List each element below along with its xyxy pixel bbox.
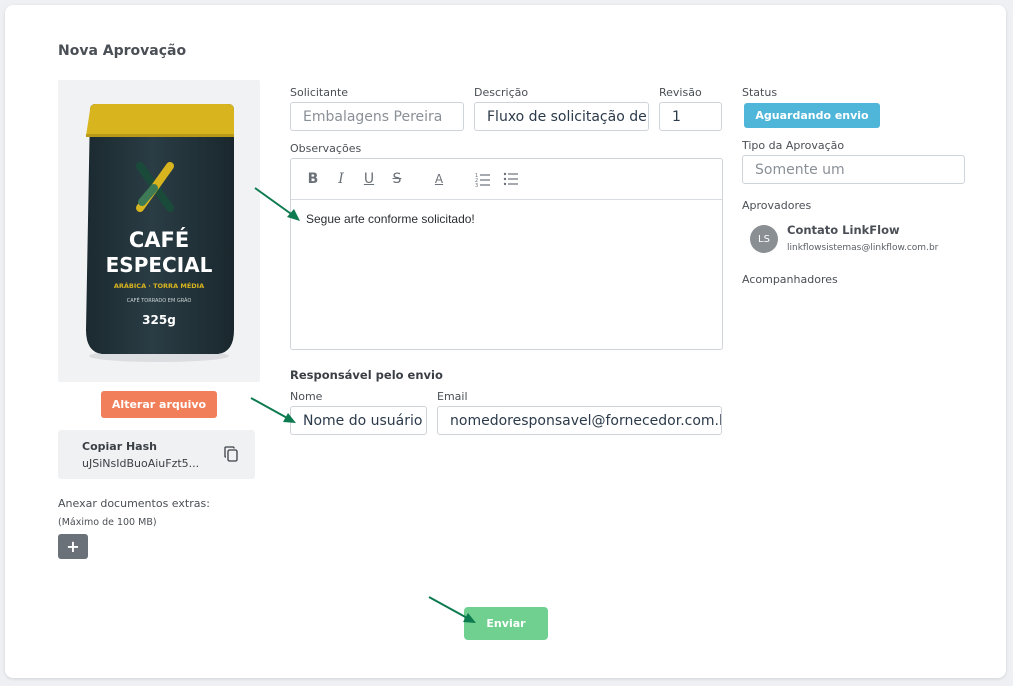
responsavel-heading: Responsável pelo envio [290, 368, 443, 382]
descricao-field[interactable]: Fluxo de solicitação de [474, 102, 649, 131]
strikethrough-icon[interactable]: S [389, 171, 405, 187]
acompanhadores-label: Acompanhadores [742, 273, 838, 286]
hash-value: uJSiNsIdBuoAiuFzt5... [82, 457, 200, 470]
subtitle-text: CAFÉ TORRADO EM GRÃO [127, 296, 192, 304]
send-button[interactable]: Enviar [464, 607, 548, 640]
artwork-preview: CAFÉ ESPECIAL ARÁBICA · TORRA MÉDIA CAFÉ… [58, 80, 260, 382]
italic-icon[interactable]: I [333, 171, 349, 187]
bold-icon[interactable]: B [305, 171, 321, 187]
coffee-bag-image: CAFÉ ESPECIAL ARÁBICA · TORRA MÉDIA CAFÉ… [86, 104, 234, 362]
revisao-field[interactable]: 1 [659, 102, 722, 131]
underline-icon[interactable]: U [361, 171, 377, 187]
copy-hash-box[interactable]: Copiar Hash uJSiNsIdBuoAiuFzt5... [58, 430, 255, 479]
brand-line2: ESPECIAL [106, 253, 213, 277]
svg-text:3: 3 [475, 183, 478, 187]
copy-icon[interactable] [224, 446, 238, 462]
arrow-nome-icon [250, 397, 290, 420]
revisao-label: Revisão [659, 86, 702, 99]
extras-limit: (Máximo de 100 MB) [58, 517, 157, 528]
solicitante-field[interactable]: Embalagens Pereira [290, 102, 464, 131]
add-document-button[interactable]: + [58, 534, 88, 559]
copy-hash-title: Copiar Hash [82, 440, 157, 453]
solicitante-label: Solicitante [290, 86, 349, 99]
tipo-field[interactable]: Somente um [742, 155, 965, 184]
status-badge: Aguardando envio [744, 103, 880, 128]
variety-text: ARÁBICA · TORRA MÉDIA [114, 281, 204, 290]
weight-text: 325g [142, 313, 176, 327]
nome-label: Nome [290, 390, 323, 403]
email-field[interactable]: nomedoresponsavel@fornecedor.com.br [437, 406, 722, 435]
arrow-send-icon [428, 596, 470, 620]
arrow-observacoes-icon [254, 187, 295, 217]
approver-email: linkflowsistemas@linkflow.com.br [787, 243, 939, 253]
bullet-list-icon[interactable] [503, 171, 519, 187]
descricao-label: Descrição [474, 86, 529, 99]
editor-toolbar: B I U S A 1 2 3 [291, 159, 722, 200]
observacoes-editor[interactable]: B I U S A 1 2 3 Segue arte conforme soli… [290, 158, 723, 350]
extras-label: Anexar documentos extras: [58, 497, 210, 510]
aprovadores-label: Aprovadores [742, 199, 812, 212]
page-title: Nova Aprovação [58, 43, 187, 59]
observacoes-text: Segue arte conforme solicitado! [306, 212, 475, 226]
font-color-icon[interactable]: A [431, 171, 447, 187]
status-label: Status [742, 86, 778, 99]
avatar: LS [750, 225, 778, 253]
brand-line1: CAFÉ [129, 227, 189, 252]
email-label: Email [437, 390, 468, 403]
observacoes-label: Observações [290, 142, 362, 155]
change-file-button[interactable]: Alterar arquivo [101, 391, 217, 418]
approval-card: Nova Aprovação CAFÉ ESPECIAL ARÁBICA · T… [5, 5, 1006, 678]
approver-name: Contato LinkFlow [787, 223, 900, 237]
ordered-list-icon[interactable]: 1 2 3 [475, 171, 491, 187]
tipo-label: Tipo da Aprovação [742, 139, 845, 152]
nome-field[interactable]: Nome do usuário [290, 406, 427, 435]
